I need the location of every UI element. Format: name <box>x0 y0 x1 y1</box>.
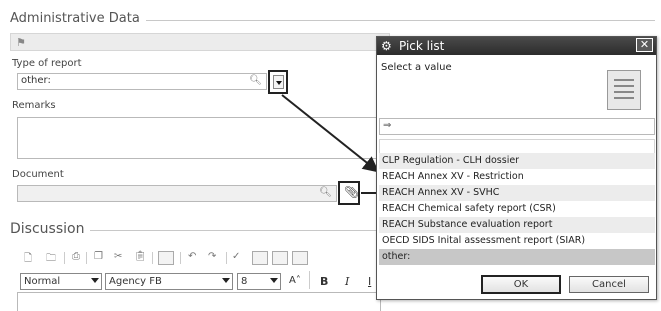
list-item[interactable]: OECD SIDS Inital assessment report (SIAR… <box>379 233 655 249</box>
list-item[interactable]: CLP Regulation - CLH dossier <box>379 153 655 169</box>
close-icon[interactable]: ✕ <box>636 38 653 52</box>
arrow-from-dropdown <box>281 94 380 173</box>
list-document-icon <box>607 70 641 110</box>
list-item[interactable]: REACH Substance evaluation report <box>379 217 655 233</box>
ok-button[interactable]: OK <box>481 275 561 294</box>
list-item[interactable]: REACH Annex XV - Restriction <box>379 169 655 185</box>
list-item[interactable]: REACH Chemical safety report (CSR) <box>379 201 655 217</box>
list-item[interactable]: REACH Annex XV - SVHC <box>379 185 655 201</box>
app-logo-icon: ⚙ <box>381 39 392 53</box>
filter-input[interactable]: ⇒ <box>379 118 655 135</box>
dialog-title: Pick list <box>399 39 445 53</box>
pick-list: CLP Regulation - CLH dossier REACH Annex… <box>379 153 655 265</box>
dialog-titlebar: ⚙ Pick list ✕ <box>377 37 656 55</box>
pick-list-dialog: ⚙ Pick list ✕ Select a value ⇒ CLP Regul… <box>376 36 657 300</box>
list-item-selected[interactable]: other: <box>379 249 655 265</box>
filter-icon: ⇒ <box>383 120 392 131</box>
select-value-prompt: Select a value <box>381 62 452 73</box>
cancel-button[interactable]: Cancel <box>569 276 649 293</box>
list-header <box>379 139 655 153</box>
